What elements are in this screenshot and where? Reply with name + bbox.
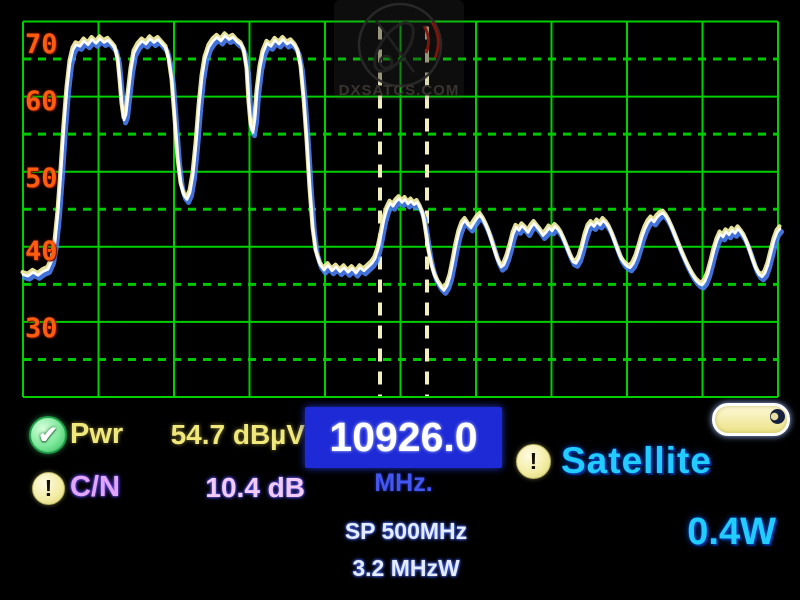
alert-circle-icon-cn: ! [32, 472, 65, 505]
mode-label: Satellite [561, 440, 712, 482]
alert-circle-icon-satellite: ! [516, 444, 551, 479]
frequency-value: 10926.0 [329, 414, 477, 461]
y-axis-tick-70: 70 [25, 29, 65, 60]
bandwidth-label: 3.2 MHzW [320, 555, 492, 582]
battery-knob [770, 409, 785, 424]
exclamation-glyph: ! [530, 448, 538, 475]
y-axis-tick-60: 60 [25, 86, 65, 117]
battery-icon [712, 403, 790, 436]
watermark: DXSATCS.COM [334, 0, 464, 100]
pwr-label: Pwr [70, 418, 123, 451]
frequency-unit: MHz. [305, 469, 502, 498]
spectrum-analyzer-screen: DXSATCS.COM 70 60 50 40 30 ✔ Pwr 54.7 dB… [0, 0, 800, 600]
span-label: SP 500MHz [320, 518, 492, 545]
watermark-text: DXSATCS.COM [334, 82, 464, 99]
check-glyph: ✔ [38, 421, 58, 450]
y-axis-tick-30: 30 [25, 313, 65, 344]
y-axis-tick-40: 40 [25, 236, 65, 267]
cn-value: 10.4 dB [150, 472, 305, 504]
exclamation-glyph: ! [45, 475, 53, 502]
y-axis-tick-50: 50 [25, 163, 65, 194]
pwr-value: 54.7 dBµV [150, 419, 305, 451]
lnb-power-value: 0.4W [640, 511, 776, 554]
frequency-display: 10926.0 [305, 407, 502, 468]
cn-label: C/N [70, 471, 120, 504]
check-circle-icon: ✔ [29, 416, 67, 454]
